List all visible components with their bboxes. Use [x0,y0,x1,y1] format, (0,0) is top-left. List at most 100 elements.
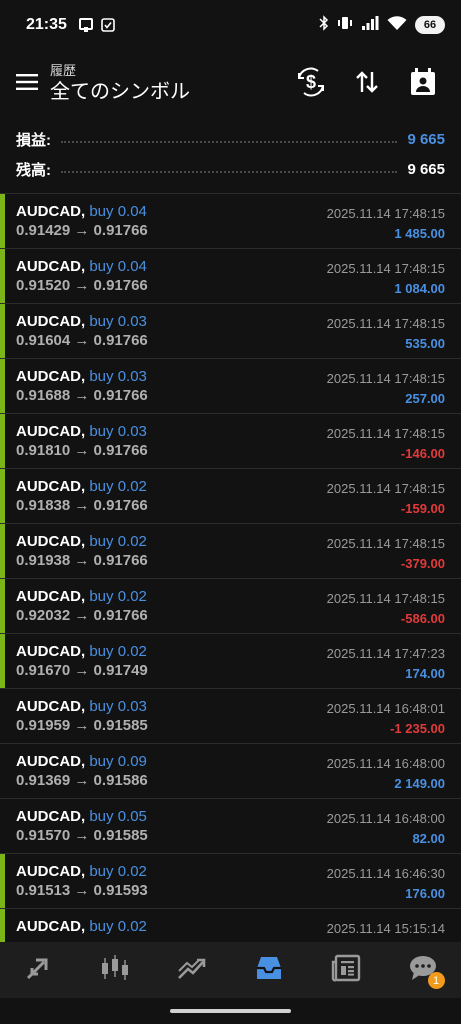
menu-button[interactable] [4,61,50,107]
page-title[interactable]: 全てのシンボル [50,79,190,105]
nav-trade[interactable] [162,945,222,995]
trade-title: AUDCAD, buy 0.09 [16,753,147,771]
trade-prices: 0.91513 → 0.91593 [16,882,148,899]
trade-title: AUDCAD, buy 0.03 [16,423,147,441]
trade-symbol: AUDCAD, [16,863,86,880]
balance-value: 9 665 [407,160,445,178]
trade-type: buy 0.04 [89,258,147,275]
trade-row[interactable]: AUDCAD, buy 0.04 0.91429 → 0.91766 2025.11… [0,194,461,249]
trade-prices: 0.91604 → 0.91766 [16,332,148,349]
trade-title: AUDCAD, buy 0.03 [16,698,147,716]
trade-profit: 2 149.00 [394,776,445,791]
trade-symbol: AUDCAD, [16,533,86,550]
trade-symbol: AUDCAD, [16,368,86,385]
trade-row[interactable]: AUDCAD, buy 0.02 0.91838 → 0.91766 2025.11… [0,469,461,524]
trade-prices: 0.91429 → 0.91766 [16,222,148,239]
balance-row: 残高: 9 665 [0,154,461,184]
trade-type: buy 0.04 [89,203,147,220]
nav-quotes[interactable] [8,945,68,995]
trade-profit: -159.00 [400,501,445,516]
trade-date: 2025.11.14 15:15:14 [326,921,445,936]
trade-title: AUDCAD, buy 0.03 [16,368,147,386]
trade-row[interactable]: AUDCAD, buy 0.02 0.91670 → 0.91749 2025.11… [0,634,461,689]
trade-history-list[interactable]: AUDCAD, buy 0.04 0.91429 → 0.91766 2025.11… [0,193,461,942]
nav-chart[interactable] [85,945,145,995]
trade-type: buy 0.02 [89,863,147,880]
trade-row[interactable]: AUDCAD, buy 0.05 0.91570 → 0.91585 2025.11… [0,799,461,854]
trade-prices: 0.91838 → 0.91766 [16,497,148,514]
trade-row[interactable]: AUDCAD, buy 0.02 2025.11.14 15:15:14 [0,909,461,942]
trade-profit: 257.00 [405,391,445,406]
trade-title: AUDCAD, buy 0.03 [16,313,147,331]
nav-history[interactable] [239,945,299,995]
signal-icon [361,15,379,36]
trade-symbol: AUDCAD, [16,313,86,330]
trade-title: AUDCAD, buy 0.04 [16,258,147,276]
trade-symbol: AUDCAD, [16,753,86,770]
trade-profit: 1 084.00 [394,281,445,296]
trade-row[interactable]: AUDCAD, buy 0.02 0.91938 → 0.91766 2025.11… [0,524,461,579]
chart-icon [100,954,130,987]
trade-profit: 174.00 [405,666,445,681]
trade-prices: 0.91959 → 0.91585 [16,717,148,734]
trade-prices: 0.91938 → 0.91766 [16,552,148,569]
trade-row[interactable]: AUDCAD, buy 0.03 0.91959 → 0.91585 2025.11… [0,689,461,744]
trade-date: 2025.11.14 17:48:15 [326,591,445,606]
trade-row[interactable]: AUDCAD, buy 0.03 0.91810 → 0.91766 2025.11… [0,414,461,469]
trade-title: AUDCAD, buy 0.05 [16,808,147,826]
trade-row[interactable]: AUDCAD, buy 0.02 0.92032 → 0.91766 2025.11… [0,579,461,634]
trade-symbol: AUDCAD, [16,698,86,715]
profit-value: 9 665 [407,130,445,148]
trade-row[interactable]: AUDCAD, buy 0.03 0.91688 → 0.91766 2025.11… [0,359,461,414]
trade-row[interactable]: AUDCAD, buy 0.04 0.91520 → 0.91766 2025.11… [0,249,461,304]
nav-chat[interactable]: 1 [393,945,453,995]
trade-type: buy 0.09 [89,753,147,770]
status-bar: 21:35 66 [0,0,461,50]
trade-row[interactable]: AUDCAD, buy 0.03 0.91604 → 0.91766 2025.11… [0,304,461,359]
trade-date: 2025.11.14 16:48:00 [326,756,445,771]
sort-button[interactable] [339,61,395,107]
trade-profit: -379.00 [400,556,445,571]
trade-date: 2025.11.14 17:48:15 [326,426,445,441]
trade-date: 2025.11.14 16:46:30 [326,866,445,881]
trade-title: AUDCAD, buy 0.02 [16,918,147,936]
trade-type: buy 0.02 [89,588,147,605]
trade-title: AUDCAD, buy 0.02 [16,863,147,881]
trade-profit: 82.00 [412,831,445,846]
trade-row[interactable]: AUDCAD, buy 0.09 0.91369 → 0.91586 2025.11… [0,744,461,799]
app-header: 履歴 全てのシンボル $ [0,50,461,118]
trade-symbol: AUDCAD, [16,918,86,935]
trade-profit: 176.00 [405,886,445,901]
home-indicator[interactable] [170,1009,291,1013]
trade-date: 2025.11.14 17:48:15 [326,371,445,386]
nav-news[interactable] [316,945,376,995]
trade-row[interactable]: AUDCAD, buy 0.02 0.91513 → 0.91593 2025.11… [0,854,461,909]
vibrate-icon [337,15,353,36]
balance-label: 残高: [16,161,51,179]
trade-date: 2025.11.14 17:47:23 [326,646,445,661]
trade-date: 2025.11.14 16:48:01 [326,701,445,716]
battery-indicator: 66 [415,16,445,34]
bluetooth-icon [319,14,329,36]
notification-icon [78,18,93,32]
trade-title: AUDCAD, buy 0.02 [16,478,147,496]
trade-date: 2025.11.14 17:48:15 [326,536,445,551]
trade-type: buy 0.03 [89,423,147,440]
trade-profit: 1 485.00 [394,226,445,241]
page-subtitle: 履歴 [50,63,77,78]
dotted-leader [61,141,398,143]
dotted-leader [61,171,398,173]
trade-type: buy 0.02 [89,643,147,660]
trade-profit: -1 235.00 [390,721,445,736]
trade-prices: 0.91570 → 0.91585 [16,827,148,844]
calendar-icon [410,67,436,101]
trade-type: buy 0.03 [89,698,147,715]
trade-type: buy 0.02 [89,533,147,550]
trade-symbol: AUDCAD, [16,588,86,605]
symbol-filter-button[interactable]: $ [283,61,339,107]
checkbox-icon [101,18,115,32]
trade-type: buy 0.03 [89,313,147,330]
period-button[interactable] [395,61,451,107]
history-icon [254,954,284,987]
trade-symbol: AUDCAD, [16,643,86,660]
